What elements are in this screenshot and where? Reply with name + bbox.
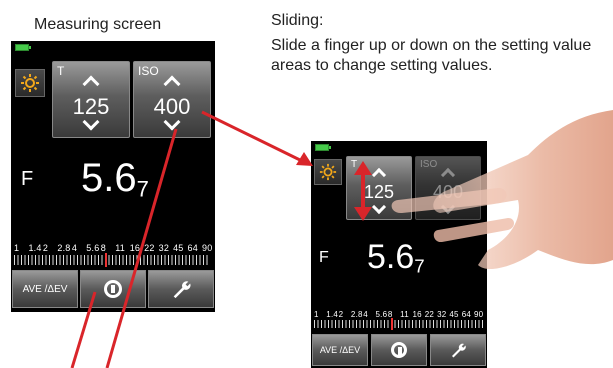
pointer-arrows bbox=[70, 110, 313, 368]
